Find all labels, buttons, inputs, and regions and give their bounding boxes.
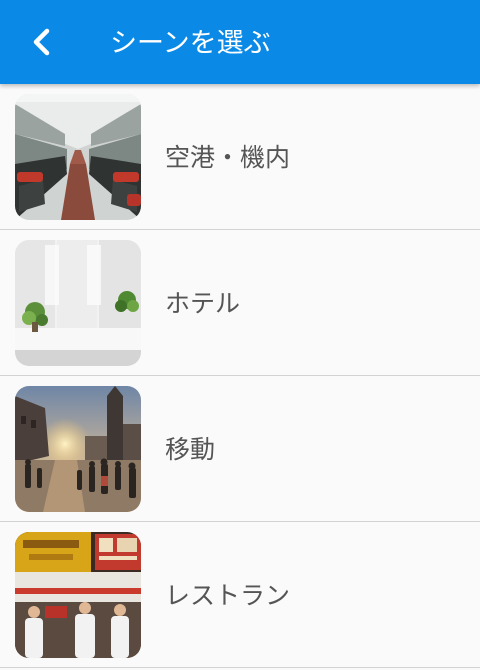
- hotel-lobby-photo: [15, 240, 141, 366]
- restaurant-photo: [15, 532, 141, 658]
- app-bar: シーンを選ぶ: [0, 0, 480, 84]
- chevron-left-icon: [33, 28, 50, 56]
- scene-label: 移動: [165, 435, 216, 464]
- scene-item-restaurant[interactable]: レストラン: [0, 522, 480, 668]
- scene-item-transport[interactable]: 移動: [0, 376, 480, 522]
- scene-item-airport[interactable]: 空港・機内: [0, 84, 480, 230]
- scene-item-hotel[interactable]: ホテル: [0, 230, 480, 376]
- scene-label: 空港・機内: [165, 143, 291, 172]
- city-street-photo: [15, 386, 141, 512]
- airplane-cabin-photo: [15, 94, 141, 220]
- scene-label: ホテル: [165, 289, 241, 318]
- page-title: シーンを選ぶ: [110, 28, 271, 59]
- scene-list: 空港・機内 ホテル 移動 レストラン: [0, 84, 480, 668]
- scene-label: レストラン: [165, 581, 291, 610]
- back-button[interactable]: [18, 18, 66, 66]
